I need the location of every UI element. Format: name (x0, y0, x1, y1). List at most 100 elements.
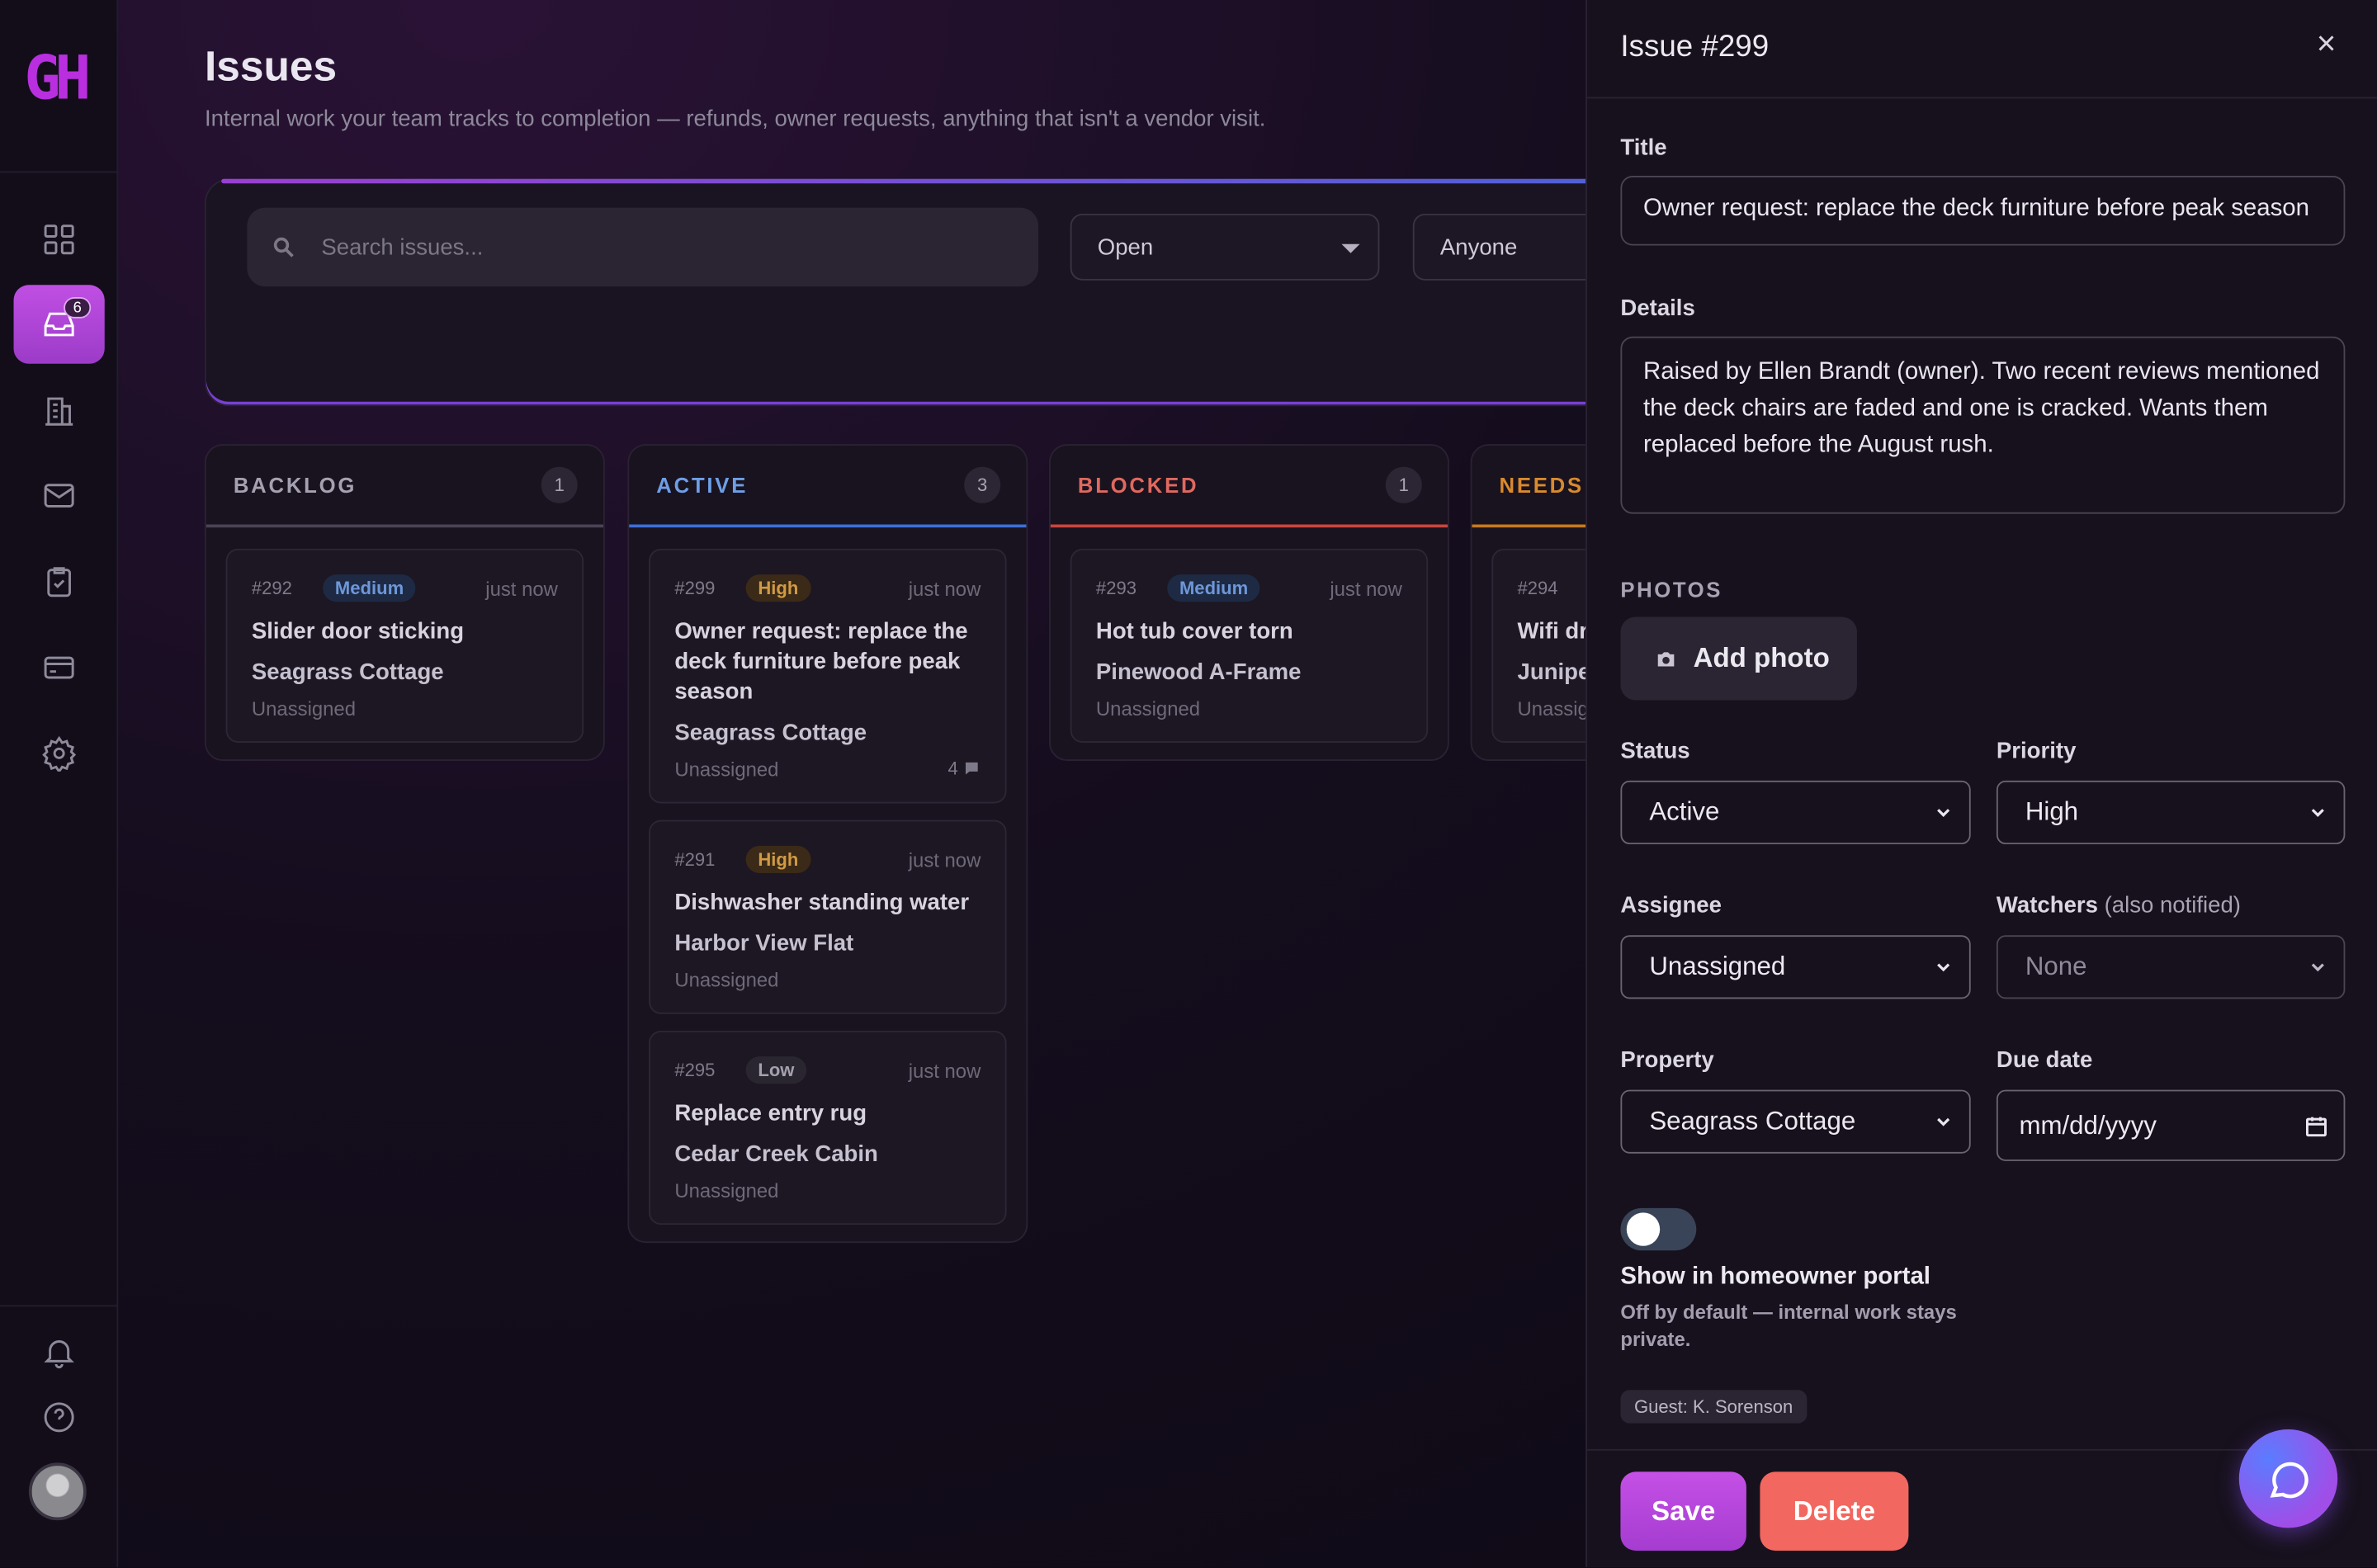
card-title: Hot tub cover torn (1095, 618, 1293, 645)
assignee-value: Unassigned (1649, 952, 1786, 981)
column-title: BLOCKED (1077, 473, 1199, 498)
search-icon (273, 237, 294, 257)
issues-count-badge: 6 (64, 296, 92, 319)
details-textarea[interactable]: Raised by Ellen Brandt (owner). Two rece… (1620, 336, 2346, 514)
card-timestamp: just now (908, 1058, 981, 1082)
chevron-down-icon (1937, 1117, 1950, 1126)
card-property: Pinewood A-Frame (1095, 659, 1302, 686)
column-title: BACKLOG (233, 473, 357, 498)
sidebar-divider-bottom (0, 1305, 119, 1307)
card-title: Slider door sticking (251, 618, 465, 645)
card-meta: #293 Medium just now (1096, 571, 1402, 604)
assignee-select[interactable]: Unassigned (1620, 935, 1971, 999)
add-photo-label: Add photo (1693, 642, 1830, 673)
issue-card[interactable]: #295 Low just now Replace entry rug Cedar Cr… (649, 1030, 1007, 1226)
sidebar: GH 6 (0, 0, 119, 1568)
gear-icon (42, 735, 77, 772)
card-property: Seagrass Cottage (674, 720, 867, 746)
card-meta: #299 High just now (674, 571, 981, 604)
comment-count: 4 (948, 758, 981, 779)
page-subtitle: Internal work your team tracks to comple… (204, 106, 1266, 132)
card-property: Cedar Creek Cabin (674, 1141, 878, 1168)
issue-number: #291 (674, 848, 716, 871)
kanban-column-active: ACTIVE 3 #299 High just now Owner request: re… (627, 444, 1028, 1244)
issue-number: #293 (1095, 577, 1137, 599)
property-select[interactable]: Seagrass Cottage (1620, 1089, 1971, 1154)
status-filter-value: Open (1097, 234, 1154, 260)
issue-number: #299 (674, 577, 716, 599)
assignee-label: Assignee (1620, 892, 1722, 919)
sidebar-item-help[interactable] (14, 1378, 105, 1457)
photos-label: PHOTOS (1620, 577, 1722, 602)
card-timestamp: just now (908, 576, 981, 600)
title-field[interactable]: Owner request: replace the deck furnitur… (1620, 176, 2346, 246)
card-timestamp: just now (485, 576, 558, 600)
assignee-filter-value: Anyone (1439, 234, 1518, 260)
status-select[interactable]: Active (1620, 780, 1971, 845)
priority-badge: Medium (323, 574, 416, 602)
building-icon (45, 397, 73, 426)
due-date-input[interactable]: mm/dd/yyyy (1996, 1089, 2346, 1161)
property-label: Property (1620, 1047, 1714, 1074)
column-accent-line (1050, 524, 1448, 528)
issue-card[interactable]: #291 High just now Dishwasher standing wate… (649, 819, 1007, 1014)
card-timestamp: just now (908, 848, 981, 871)
camera-icon (1657, 651, 1675, 666)
card-meta: #291 High just now (674, 843, 981, 876)
brand-logo[interactable]: GH (24, 45, 93, 112)
calendar-icon[interactable] (2304, 1114, 2328, 1138)
chat-bubble-icon (2269, 1461, 2308, 1498)
card-assignee: Unassigned (674, 1178, 779, 1202)
chat-button[interactable] (2238, 1429, 2338, 1528)
column-header: ACTIVE 3 (629, 446, 1026, 525)
priority-select[interactable]: High (1996, 780, 2346, 845)
add-photo-button[interactable]: Add photo (1620, 616, 1857, 701)
homeowner-portal-toggle[interactable] (1620, 1207, 1697, 1251)
column-header: BACKLOG 1 (206, 446, 603, 525)
close-icon[interactable]: × (2317, 26, 2337, 60)
drawer-title: Issue #299 (1620, 30, 1770, 64)
issue-card[interactable]: #293 Medium just now Hot tub cover torn Pine… (1070, 548, 1429, 743)
watchers-label: Watchers (also notified) (1997, 893, 2241, 919)
card-meta: #292 Medium just now (252, 571, 558, 604)
toggle-knob (1626, 1212, 1661, 1246)
user-avatar[interactable] (28, 1462, 87, 1521)
portal-toggle-help: Off by default — internal work stays pri… (1620, 1300, 1957, 1351)
priority-label: Priority (1996, 738, 2077, 764)
mail-icon (44, 484, 74, 508)
column-accent-line (629, 524, 1027, 528)
search-placeholder: Search issues... (321, 234, 484, 260)
watchers-note: (also notified) (2104, 892, 2241, 919)
due-date-placeholder: mm/dd/yyyy (2019, 1110, 2157, 1140)
priority-badge: Medium (1167, 574, 1260, 602)
sidebar-item-settings[interactable] (14, 714, 105, 793)
search-input[interactable]: Search issues... (247, 207, 1039, 287)
column-count: 3 (964, 466, 1001, 503)
chevron-down-icon (1937, 963, 1950, 972)
sidebar-item-properties[interactable] (14, 371, 105, 451)
sidebar-item-messages[interactable] (14, 456, 105, 536)
chevron-down-icon (1937, 809, 1950, 817)
sidebar-item-dashboard[interactable] (14, 200, 105, 279)
chevron-down-icon (2311, 963, 2324, 972)
save-button[interactable]: Save (1620, 1471, 1746, 1551)
sidebar-item-billing[interactable] (14, 627, 105, 706)
issue-number: #292 (251, 577, 292, 599)
card-assignee: Unassigned (674, 758, 779, 781)
portal-toggle-label: Show in homeowner portal (1620, 1263, 1930, 1291)
drawer-header: Issue #299 × (1587, 0, 2377, 99)
sidebar-item-tasks[interactable] (14, 543, 105, 622)
status-value: Active (1649, 797, 1720, 827)
status-label: Status (1620, 738, 1690, 764)
watchers-select[interactable]: None (1996, 935, 2346, 999)
filter-panel: Search issues... Open Anyone (204, 178, 1721, 407)
sidebar-item-issues[interactable]: 6 (13, 285, 105, 364)
card-property: Seagrass Cottage (251, 659, 444, 686)
card-icon (44, 656, 74, 679)
issue-card[interactable]: #299 High just now Owner request: replace t… (649, 548, 1007, 804)
column-count: 1 (541, 466, 578, 503)
delete-button[interactable]: Delete (1760, 1471, 1909, 1551)
status-filter-select[interactable]: Open (1070, 213, 1380, 281)
grid-icon (44, 224, 74, 255)
issue-card[interactable]: #292 Medium just now Slider door sticking Se… (225, 548, 584, 743)
